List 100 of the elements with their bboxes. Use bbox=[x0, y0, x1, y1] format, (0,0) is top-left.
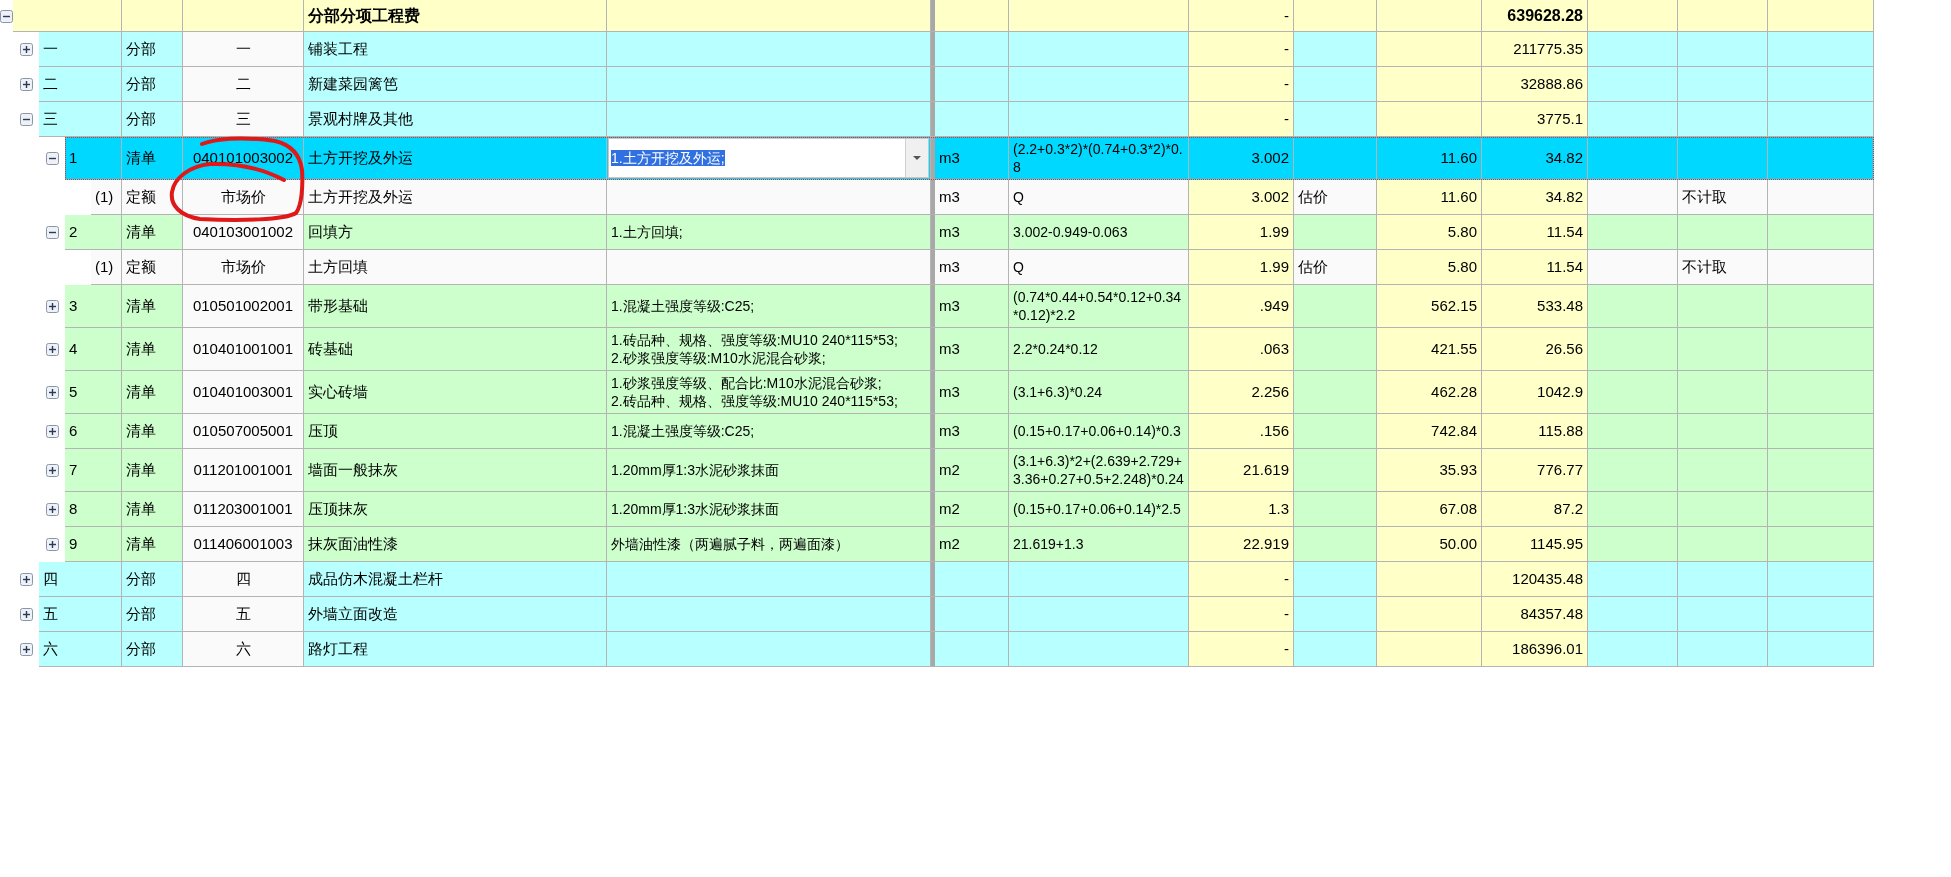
table-row[interactable]: 二 分部 二 新建菜园篱笆 - 32888.86 bbox=[39, 67, 1874, 102]
table-cell: 墙面一般抹灰 bbox=[304, 449, 607, 491]
expand-icon[interactable] bbox=[46, 503, 59, 516]
table-cell: 34.82 bbox=[1482, 137, 1588, 179]
table-cell: 21.619+1.3 bbox=[1009, 527, 1189, 561]
table-cell: 二 bbox=[39, 67, 122, 101]
table-row[interactable]: (1) 定额 市场价 土方开挖及外运 m3 Q 3.002 估价 11.60 34.82 不计取 bbox=[91, 180, 1874, 215]
table-row[interactable]: (1) 定额 市场价 土方回填 m3 Q 1.99 估价 5.80 11.54 不计取 bbox=[91, 250, 1874, 285]
table-cell: 1.混凝土强度等级:C25; bbox=[607, 285, 931, 327]
table-cell: 421.55 bbox=[1377, 328, 1482, 370]
table-cell: 1.砖品种、规格、强度等级:MU10 240*115*53; 2.砂浆强度等级:M10水泥混合砂浆; bbox=[607, 328, 931, 370]
caret-icon bbox=[912, 155, 922, 161]
table-cell: 清单 bbox=[122, 215, 183, 249]
table-row[interactable]: 四 分部 四 成品仿木混凝土栏杆 - 120435.48 bbox=[39, 562, 1874, 597]
table-cell: 2.2*0.24*0.12 bbox=[1009, 328, 1189, 370]
table-cell: 211775.35 bbox=[1482, 32, 1588, 66]
table-cell: 回填方 bbox=[304, 215, 607, 249]
table-cell: .949 bbox=[1189, 285, 1294, 327]
table-cell: 土方回填 bbox=[304, 250, 607, 284]
table-row[interactable]: 分部分项工程费 - 639628.28 bbox=[13, 0, 1874, 32]
table-cell: 11.60 bbox=[1377, 137, 1482, 179]
table-cell: 1.土方回填; bbox=[607, 215, 931, 249]
table-cell: m2 bbox=[931, 449, 1009, 491]
table-cell: 1145.95 bbox=[1482, 527, 1588, 561]
expand-icon[interactable] bbox=[46, 425, 59, 438]
table-cell: 010501002001 bbox=[183, 285, 304, 327]
table-cell: 1.3 bbox=[1189, 492, 1294, 526]
collapse-icon[interactable] bbox=[46, 152, 59, 165]
table-cell: 4 bbox=[65, 328, 122, 370]
table-row[interactable]: 5 清单 010401003001 实心砖墙 1.砂浆强度等级、配合比:M10水泥混合砂浆; 2.砖品种、规格、强度等级:MU10 240*115*53; m3 (3.1+6.3)*0.24 2.256 462.28 1042.9 bbox=[65, 371, 1874, 414]
table-cell: 实心砖墙 bbox=[304, 371, 607, 413]
table-row[interactable]: 六 分部 六 路灯工程 - 186396.01 bbox=[39, 632, 1874, 667]
table-cell: 50.00 bbox=[1377, 527, 1482, 561]
expand-icon[interactable] bbox=[20, 643, 33, 656]
table-cell: m3 bbox=[931, 215, 1009, 249]
table-cell: 011406001003 bbox=[183, 527, 304, 561]
table-row[interactable]: 3 清单 010501002001 带形基础 1.混凝土强度等级:C25; m3 (0.74*0.44+0.54*0.12+0.34*0.12)*2.2 .949 562.15 533.48 bbox=[65, 285, 1874, 328]
expand-icon[interactable] bbox=[46, 300, 59, 313]
table-cell: 压顶抹灰 bbox=[304, 492, 607, 526]
table-row[interactable]: 7 清单 011201001001 墙面一般抹灰 1.20mm厚1:3水泥砂浆抹面 m2 (3.1+6.3)*2+(2.639+2.729+3.36+0.27+0.5+2.248)*0.24 21.619 35.93 776.77 bbox=[65, 449, 1874, 492]
table-cell: 3 bbox=[65, 285, 122, 327]
collapse-icon[interactable] bbox=[46, 226, 59, 239]
table-row[interactable]: 4 清单 010401001001 砖基础 1.砖品种、规格、强度等级:MU10 240*115*53; 2.砂浆强度等级:M10水泥混合砂浆; m3 2.2*0.24*0.12 .063 421.55 26.56 bbox=[65, 328, 1874, 371]
table-cell: 742.84 bbox=[1377, 414, 1482, 448]
table-cell: 1042.9 bbox=[1482, 371, 1588, 413]
collapse-icon[interactable] bbox=[20, 113, 33, 126]
expand-icon[interactable] bbox=[46, 464, 59, 477]
table-row[interactable]: 8 清单 011203001001 压顶抹灰 1.20mm厚1:3水泥砂浆抹面 m2 (0.15+0.17+0.06+0.14)*2.5 1.3 67.08 87.2 bbox=[65, 492, 1874, 527]
expand-icon[interactable] bbox=[20, 573, 33, 586]
table-cell: 分部分项工程费 bbox=[304, 0, 607, 31]
table-row[interactable]: 6 清单 010507005001 压顶 1.混凝土强度等级:C25; m3 (0.15+0.17+0.06+0.14)*0.3 .156 742.84 115.88 bbox=[65, 414, 1874, 449]
table-cell: - bbox=[1189, 0, 1294, 31]
table-cell: 26.56 bbox=[1482, 328, 1588, 370]
table-cell: 定额 bbox=[122, 180, 183, 214]
table-cell: 1.99 bbox=[1189, 250, 1294, 284]
expand-icon[interactable] bbox=[46, 538, 59, 551]
table-row[interactable]: 三 分部 三 景观村牌及其他 - 3775.1 bbox=[39, 102, 1874, 137]
table-cell: 11.54 bbox=[1482, 215, 1588, 249]
table-cell: (3.1+6.3)*2+(2.639+2.729+3.36+0.27+0.5+2.248)*0.24 bbox=[1009, 449, 1189, 491]
table-row[interactable]: 一 分部 一 铺装工程 - 211775.35 bbox=[39, 32, 1874, 67]
table-cell: (0.15+0.17+0.06+0.14)*2.5 bbox=[1009, 492, 1189, 526]
table-cell: 010507005001 bbox=[183, 414, 304, 448]
dropdown-field[interactable]: 1.土方开挖及外运; bbox=[608, 138, 929, 178]
table-cell: 估价 bbox=[1294, 250, 1377, 284]
table-row[interactable]: 9 清单 011406001003 抹灰面油性漆 外墙油性漆（两遍腻子料，两遍面漆） m2 21.619+1.3 22.919 50.00 1145.95 bbox=[65, 527, 1874, 562]
expand-icon[interactable] bbox=[46, 343, 59, 356]
table-cell: 三 bbox=[39, 102, 122, 136]
table-cell: 84357.48 bbox=[1482, 597, 1588, 631]
table-cell: 11.54 bbox=[1482, 250, 1588, 284]
table-cell: (1) bbox=[91, 250, 122, 284]
expand-icon[interactable] bbox=[20, 608, 33, 621]
table-cell: 3.002-0.949-0.063 bbox=[1009, 215, 1189, 249]
table-cell: 四 bbox=[39, 562, 122, 596]
table-cell: 五 bbox=[39, 597, 122, 631]
collapse-icon[interactable] bbox=[0, 9, 13, 23]
expand-icon[interactable] bbox=[20, 43, 33, 56]
table-cell: 1.砂浆强度等级、配合比:M10水泥混合砂浆; 2.砖品种、规格、强度等级:MU10 240*115*53; bbox=[607, 371, 931, 413]
table-cell: .156 bbox=[1189, 414, 1294, 448]
table-cell: 清单 bbox=[122, 449, 183, 491]
table-cell: 五 bbox=[183, 597, 304, 631]
table-cell: 分部 bbox=[122, 632, 183, 666]
table-cell: 1.99 bbox=[1189, 215, 1294, 249]
table-cell: 186396.01 bbox=[1482, 632, 1588, 666]
table-cell: m3 bbox=[931, 180, 1009, 214]
table-cell: 6 bbox=[65, 414, 122, 448]
table-cell: 清单 bbox=[122, 414, 183, 448]
table-cell: 010401003001 bbox=[183, 371, 304, 413]
table-cell: 二 bbox=[183, 67, 304, 101]
table-row[interactable]: 2 清单 040103001002 回填方 1.土方回填; m3 3.002-0.949-0.063 1.99 5.80 11.54 bbox=[65, 215, 1874, 250]
table-row[interactable]: 1 清单 040101003002 土方开挖及外运 1.土方开挖及外运; m3 (2.2+0.3*2)*(0.74+0.3*2)*0.8 3.002 11.60 34.82 bbox=[65, 137, 1874, 180]
expand-icon[interactable] bbox=[46, 386, 59, 399]
table-cell: 1.20mm厚1:3水泥砂浆抹面 bbox=[607, 492, 931, 526]
table-cell: 定额 bbox=[122, 250, 183, 284]
table-cell: 533.48 bbox=[1482, 285, 1588, 327]
table-cell: 不计取 bbox=[1678, 180, 1768, 214]
table-cell: 1.混凝土强度等级:C25; bbox=[607, 414, 931, 448]
table-cell: 35.93 bbox=[1377, 449, 1482, 491]
table-row[interactable]: 五 分部 五 外墙立面改造 - 84357.48 bbox=[39, 597, 1874, 632]
expand-icon[interactable] bbox=[20, 78, 33, 91]
table-cell: 776.77 bbox=[1482, 449, 1588, 491]
